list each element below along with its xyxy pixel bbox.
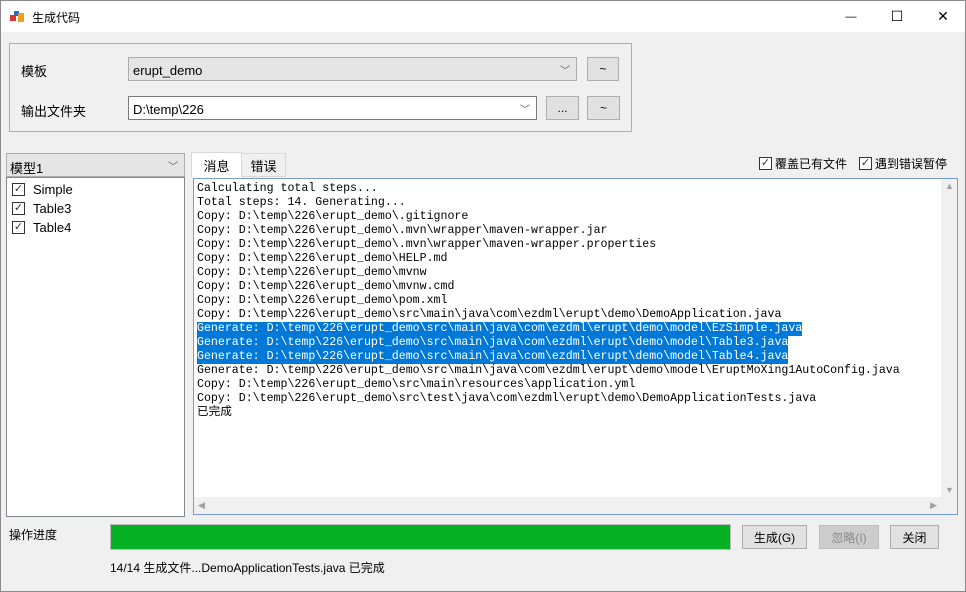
template-select[interactable]: erupt_demo ﹀ xyxy=(128,57,577,81)
output-folder-value: D:\temp\226 xyxy=(133,102,204,117)
close-icon: ✕ xyxy=(937,8,949,24)
overwrite-checkbox[interactable]: ✓ 覆盖已有文件 xyxy=(759,155,847,172)
model-value: 模型1 xyxy=(10,161,44,176)
progress-fill xyxy=(111,525,730,549)
vertical-scrollbar[interactable]: ▲ ▼ xyxy=(941,179,957,497)
list-item-label: Simple xyxy=(33,182,73,197)
chevron-down-icon: ﹀ xyxy=(520,105,530,116)
log-lines: Calculating total steps... Total steps: 1… xyxy=(197,182,900,420)
scroll-up-icon[interactable]: ▲ xyxy=(945,181,954,191)
horizontal-scrollbar[interactable]: ◀ ▶ xyxy=(194,497,941,514)
close-button[interactable]: 关闭 xyxy=(890,525,939,549)
overwrite-label: 覆盖已有文件 xyxy=(775,157,848,171)
progress-label: 操作进度 xyxy=(9,528,58,542)
tab-messages[interactable]: 消息 xyxy=(191,152,242,178)
output-folder-label: 输出文件夹 xyxy=(21,104,87,119)
log-line: Copy: D:\temp\226\erupt_demo\src\main\ja… xyxy=(197,308,782,321)
minimize-icon: — xyxy=(845,10,857,23)
list-item[interactable]: ✓ Table3 xyxy=(12,199,71,218)
pause-on-error-label: 遇到错误暂停 xyxy=(875,157,948,171)
ignore-button[interactable]: 忽略(I) xyxy=(819,525,879,549)
log-line: Copy: D:\temp\226\erupt_demo\HELP.md xyxy=(197,252,448,265)
checkbox-checked-icon[interactable]: ✓ xyxy=(12,183,25,196)
log-line: Total steps: 14. Generating... xyxy=(197,196,406,209)
table-list: ✓ Simple ✓ Table3 ✓ Table4 xyxy=(6,177,185,517)
generate-button[interactable]: 生成(G) xyxy=(742,525,807,549)
log-line: Calculating total steps... xyxy=(197,182,378,195)
log-line: Generate: D:\temp\226\erupt_demo\src\mai… xyxy=(197,322,803,336)
progress-bar xyxy=(110,524,731,550)
message-log[interactable]: Calculating total steps... Total steps: 1… xyxy=(193,178,958,515)
output-folder-input[interactable]: D:\temp\226 ﹀ xyxy=(128,96,537,120)
window-title: 生成代码 xyxy=(32,11,81,25)
log-line: Copy: D:\temp\226\erupt_demo\.mvn\wrappe… xyxy=(197,238,657,251)
pause-on-error-checkbox[interactable]: ✓ 遇到错误暂停 xyxy=(859,155,947,172)
chevron-down-icon: ﹀ xyxy=(560,66,570,77)
app-icon xyxy=(10,11,24,22)
chevron-down-icon: ﹀ xyxy=(168,162,178,173)
template-value: erupt_demo xyxy=(133,63,203,78)
title-bar: 生成代码 — ☐ ✕ xyxy=(1,1,965,32)
scroll-down-icon[interactable]: ▼ xyxy=(945,485,954,495)
log-line: Copy: D:\temp\226\erupt_demo\.gitignore xyxy=(197,210,469,223)
log-line: Copy: D:\temp\226\erupt_demo\mvnw xyxy=(197,266,427,279)
template-tilde-button[interactable]: ~ xyxy=(587,57,619,81)
browse-button[interactable]: ... xyxy=(546,96,579,120)
list-item[interactable]: ✓ Simple xyxy=(12,180,73,199)
model-select[interactable]: 模型1 ﹀ xyxy=(6,153,185,177)
list-item-label: Table3 xyxy=(33,201,72,216)
checkbox-checked-icon: ✓ xyxy=(759,157,772,170)
checkbox-checked-icon[interactable]: ✓ xyxy=(12,202,25,215)
minimize-button[interactable]: — xyxy=(828,1,874,32)
log-line: Copy: D:\temp\226\erupt_demo\.mvn\wrappe… xyxy=(197,224,608,237)
checkbox-checked-icon: ✓ xyxy=(859,157,872,170)
log-line: Copy: D:\temp\226\erupt_demo\src\main\re… xyxy=(197,378,636,391)
log-line: Copy: D:\temp\226\erupt_demo\src\test\ja… xyxy=(197,392,817,405)
scroll-left-icon[interactable]: ◀ xyxy=(198,500,205,511)
output-tilde-button[interactable]: ~ xyxy=(587,96,620,120)
log-line: Copy: D:\temp\226\erupt_demo\mvnw.cmd xyxy=(197,280,455,293)
close-window-button[interactable]: ✕ xyxy=(920,1,966,32)
list-item-label: Table4 xyxy=(33,220,72,235)
maximize-icon: ☐ xyxy=(890,8,904,24)
log-line: 已完成 xyxy=(197,406,232,419)
template-label: 模板 xyxy=(21,64,48,79)
checkbox-checked-icon[interactable]: ✓ xyxy=(12,221,25,234)
log-line: Generate: D:\temp\226\erupt_demo\src\mai… xyxy=(197,350,789,364)
log-line: Copy: D:\temp\226\erupt_demo\pom.xml xyxy=(197,294,448,307)
scroll-right-icon[interactable]: ▶ xyxy=(930,500,937,511)
progress-status: 14/14 生成文件...DemoApplicationTests.java 已… xyxy=(110,561,385,575)
list-item[interactable]: ✓ Table4 xyxy=(12,218,71,237)
maximize-button[interactable]: ☐ xyxy=(874,1,920,32)
scroll-corner xyxy=(941,497,957,514)
tab-errors[interactable]: 错误 xyxy=(241,153,286,177)
log-line: Generate: D:\temp\226\erupt_demo\src\mai… xyxy=(197,364,900,377)
log-line: Generate: D:\temp\226\erupt_demo\src\mai… xyxy=(197,336,789,350)
